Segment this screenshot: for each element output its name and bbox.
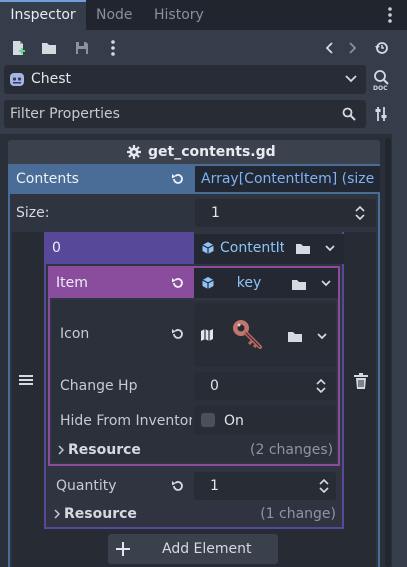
revert-icon[interactable]	[168, 274, 188, 292]
open-folder-icon[interactable]	[39, 38, 59, 58]
change-hp-label: Change Hp	[60, 378, 138, 394]
object-history-icon[interactable]	[372, 38, 392, 58]
new-resource-icon[interactable]	[8, 38, 28, 58]
drag-handle-icon[interactable]	[14, 370, 38, 390]
chevron-down-icon[interactable]	[314, 329, 330, 343]
history-back-icon[interactable]	[322, 38, 336, 58]
object-script-icon	[8, 70, 26, 88]
contents-label: Contents	[16, 171, 79, 187]
add-icon	[114, 540, 132, 558]
hide-from-inventory-label: Hide From Inventor	[60, 413, 192, 429]
object-name: Chest	[31, 71, 72, 87]
property-tools-icon[interactable]	[371, 103, 391, 125]
change-hp-value: 0	[210, 378, 219, 394]
chevron-right-icon[interactable]	[56, 443, 66, 457]
spin-arrows-icon[interactable]	[352, 203, 368, 223]
more-options-icon[interactable]	[106, 38, 120, 58]
scrollbar-track[interactable]	[385, 138, 391, 567]
gear-icon	[126, 144, 142, 160]
size-label: Size:	[16, 205, 50, 221]
item-resource-section[interactable]: Resource	[68, 440, 141, 460]
size-spinbox[interactable]	[195, 199, 376, 227]
quantity-value: 1	[210, 478, 219, 494]
spin-arrows-icon[interactable]	[313, 376, 329, 396]
chevron-down-icon[interactable]	[322, 241, 338, 255]
element-index: 0	[52, 240, 61, 256]
script-name: get_contents.gd	[148, 144, 276, 160]
tab-menu-icon[interactable]	[383, 4, 397, 26]
key-sprite-icon	[226, 314, 268, 356]
element-index-row	[44, 232, 194, 264]
item-label: Item	[56, 275, 88, 291]
element-type-button[interactable]: ContentIt	[220, 238, 284, 258]
revert-icon[interactable]	[168, 477, 188, 495]
folder-icon[interactable]	[292, 239, 314, 257]
chevron-down-icon[interactable]	[318, 276, 334, 290]
texture-icon	[198, 326, 216, 344]
save-icon[interactable]	[72, 38, 92, 58]
icon-label: Icon	[60, 326, 90, 342]
open-documentation-icon[interactable]: DOC	[371, 68, 393, 92]
chevron-down-icon	[343, 72, 359, 86]
hide-from-inventory-checkbox[interactable]	[201, 413, 215, 427]
resource-cube-icon	[199, 239, 217, 257]
history-forward-icon[interactable]	[346, 38, 360, 58]
tab-history[interactable]: History	[154, 0, 204, 30]
chevron-right-icon[interactable]	[52, 507, 62, 521]
search-icon	[340, 105, 358, 123]
size-value: 1	[211, 205, 220, 221]
svg-text:DOC: DOC	[373, 85, 388, 91]
item-resource-changes: (2 changes)	[250, 442, 332, 458]
revert-icon[interactable]	[168, 325, 188, 343]
quantity-label: Quantity	[56, 478, 117, 494]
resource-cube-icon	[199, 274, 217, 292]
element-resource-changes: (1 change)	[260, 506, 336, 522]
remove-element-icon[interactable]	[350, 370, 372, 392]
folder-icon[interactable]	[288, 275, 310, 293]
hide-from-inventory-value: On	[224, 413, 244, 429]
element-resource-section[interactable]: Resource	[64, 504, 137, 524]
item-resource-button[interactable]: key	[221, 273, 277, 293]
hide-from-inventory-field	[194, 406, 336, 435]
revert-icon[interactable]	[168, 169, 188, 189]
filter-properties-input[interactable]: Filter Properties	[10, 104, 120, 124]
tab-inspector[interactable]: Inspector	[0, 0, 86, 30]
spin-arrows-icon[interactable]	[316, 476, 332, 496]
add-element-label: Add Element	[162, 541, 252, 557]
folder-icon[interactable]	[284, 327, 306, 345]
contents-array-button[interactable]: Array[ContentItem] (size 1	[195, 166, 380, 192]
tab-node[interactable]: Node	[96, 0, 133, 30]
